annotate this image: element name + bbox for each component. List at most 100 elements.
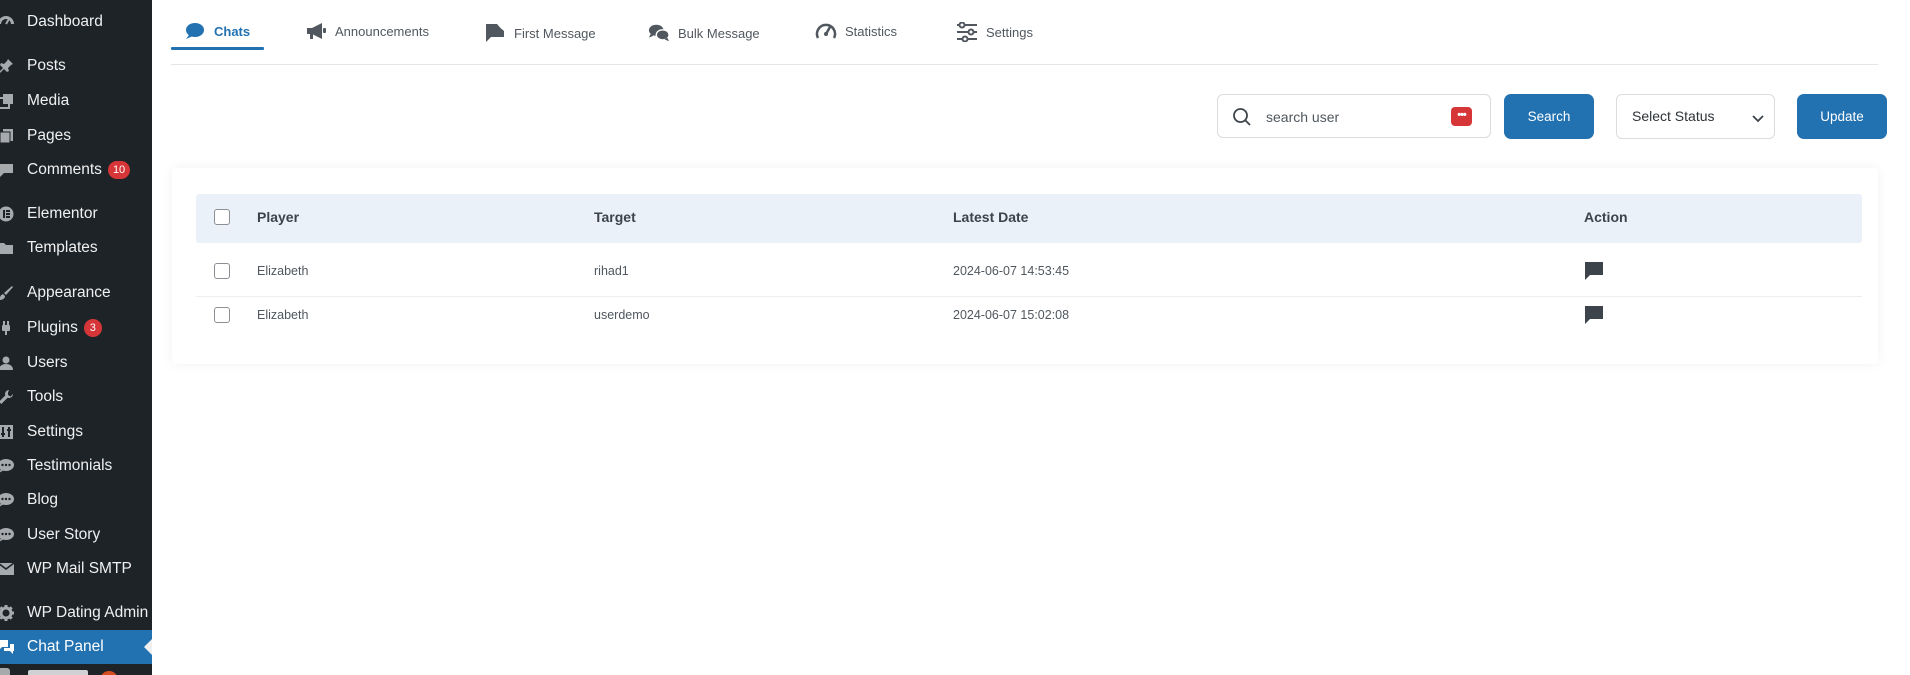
sidebar-item-comments[interactable]: Comments 10 [0,153,152,187]
chat-bubbles-icon [0,639,16,655]
sliders-icon [956,21,978,43]
sidebar-item-templates[interactable]: Templates [0,231,152,265]
cell-target: userdemo [594,308,650,322]
megaphone-icon [305,20,327,42]
search-button[interactable]: Search [1504,94,1594,139]
sidebar-item-label: Chat Panel [27,638,104,655]
sidebar-item-appearance[interactable]: Appearance [0,276,152,310]
sidebar-item-label: Tools [27,388,64,405]
sidebar-item-label: WP Dating Admin [27,604,149,621]
bulk-chat-icon [648,22,670,44]
dashboard-icon [0,14,16,30]
sidebar-item-label: Templates [27,239,98,256]
wrench-icon [0,389,16,405]
gear-icon [0,605,16,621]
sidebar-item-label: Posts [27,57,66,74]
settings-icon [0,424,16,440]
status-select[interactable]: Select Status [1616,94,1775,139]
admin-sidebar: Dashboard Posts Media Pages Comments 10 E… [0,0,152,675]
pushpin-icon [0,58,16,74]
next-menu-label [28,670,88,675]
sidebar-item-label: Settings [27,423,84,440]
sidebar-item-label: Users [27,354,68,371]
sidebar-item-label: Comments [27,161,102,178]
plugin-icon [0,320,16,336]
message-flag-icon [484,22,506,44]
tab-label: First Message [514,25,596,41]
active-tab-indicator [171,47,264,50]
view-chat-icon[interactable] [1584,261,1604,286]
user-icon [0,355,16,371]
column-header-latest-date: Latest Date [953,209,1029,225]
next-menu-badge [100,671,118,675]
speech-bubble-icon [0,458,16,474]
cell-latest-date: 2024-06-07 15:02:08 [953,308,1070,322]
search-icon [1232,107,1252,132]
sidebar-item-label: Blog [27,491,59,508]
view-chat-icon[interactable] [1584,305,1604,330]
chevron-down-icon [1752,111,1764,127]
sidebar-item-label: Elementor [27,205,98,222]
sidebar-item-label: Appearance [27,284,111,301]
media-icon [0,93,16,109]
sidebar-item-wp-mail-smtp[interactable]: WP Mail SMTP [0,552,152,586]
sidebar-item-wp-dating-admin[interactable]: WP Dating Admin [0,596,152,630]
sidebar-item-label: User Story [27,526,101,543]
elementor-icon [0,206,16,222]
sidebar-item-media[interactable]: Media [0,84,152,118]
chat-bubble-icon [184,20,206,42]
search-user-input[interactable] [1264,105,1448,129]
sidebar-item-user-story[interactable]: User Story [0,518,152,552]
speech-bubble-icon [0,492,16,508]
cell-player: Elizabeth [257,308,309,322]
sidebar-item-chat-panel[interactable]: Chat Panel [0,630,152,664]
sidebar-item-dashboard[interactable]: Dashboard [0,5,152,39]
sidebar-item-users[interactable]: Users [0,346,152,380]
plugins-update-badge: 3 [83,319,102,337]
tab-statistics[interactable]: Statistics [815,12,897,50]
cell-player: Elizabeth [257,264,309,278]
comment-icon [0,162,16,178]
speech-bubble-icon [0,527,16,543]
tab-label: Settings [986,24,1033,40]
sidebar-item-testimonials[interactable]: Testimonials [0,449,152,483]
sidebar-item-label: Dashboard [27,13,103,30]
sidebar-item-elementor[interactable]: Elementor [0,197,152,231]
cell-latest-date: 2024-06-07 14:53:45 [953,264,1070,278]
tab-first-message[interactable]: First Message [484,14,596,52]
tab-settings[interactable]: Settings [956,13,1033,51]
select-all-checkbox[interactable] [214,209,230,225]
sidebar-item-label: WP Mail SMTP [27,560,132,577]
sidebar-item-label: Testimonials [27,457,113,474]
sidebar-item-tools[interactable]: Tools [0,380,152,414]
column-header-player: Player [257,209,300,225]
brush-icon [0,285,16,301]
next-menu-icon [0,668,10,675]
tab-bulk-message[interactable]: Bulk Message [648,14,760,52]
update-button[interactable]: Update [1797,94,1887,139]
password-manager-icon[interactable]: ••• [1451,107,1472,126]
row-checkbox[interactable] [214,263,230,279]
comments-count-badge: 10 [107,161,131,179]
folder-icon [0,240,16,256]
status-select-value: Select Status [1632,108,1715,124]
sidebar-item-posts[interactable]: Posts [0,49,152,83]
pages-icon [0,128,16,144]
cell-target: rihad1 [594,264,629,278]
tab-announcements[interactable]: Announcements [305,12,429,50]
tab-label: Announcements [335,23,429,39]
row-checkbox[interactable] [214,307,230,323]
sidebar-item-pages[interactable]: Pages [0,119,152,153]
tab-label: Chats [214,23,251,39]
search-user-field: ••• [1217,94,1491,138]
sidebar-item-label: Media [27,92,70,109]
row-divider [196,296,1862,297]
sidebar-item-plugins[interactable]: Plugins 3 [0,311,152,345]
sidebar-item-label: Pages [27,127,71,144]
gauge-icon [815,20,837,42]
sidebar-item-blog[interactable]: Blog [0,483,152,517]
tab-label: Statistics [845,23,898,39]
sidebar-item-settings[interactable]: Settings [0,415,152,449]
column-header-action: Action [1584,209,1628,225]
tab-chats[interactable]: Chats [184,12,250,50]
